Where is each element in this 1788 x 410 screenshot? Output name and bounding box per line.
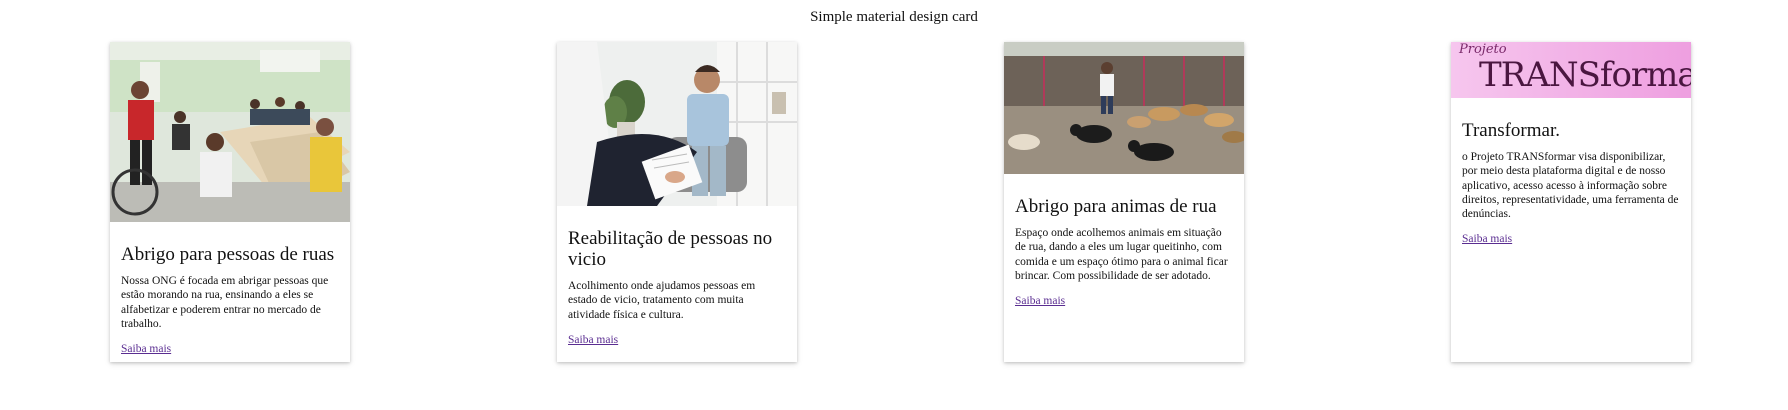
card-transformar: Projeto TRANSformar Transformar. o Proje…	[1451, 42, 1691, 362]
page-title: Simple material design card	[810, 9, 978, 25]
card-text: Acolhimento onde ajudamos pessoas em est…	[568, 280, 756, 321]
saiba-mais-link[interactable]: Saiba mais	[1462, 233, 1512, 245]
card-rehabilitation: Reabilitação de pessoas no vicio Acolhim…	[557, 42, 797, 362]
card-text: o Projeto TRANSformar visa disponibiliza…	[1462, 151, 1679, 221]
card-image-shelter-people	[110, 42, 350, 222]
banner-logo-large: TRANSformar	[1479, 55, 1691, 95]
card-banner-transformar: Projeto TRANSformar	[1451, 42, 1691, 98]
card-title: Reabilitação de pessoas no vicio	[568, 228, 773, 270]
saiba-mais-link[interactable]: Saiba mais	[121, 343, 171, 355]
card-image-rehabilitation	[557, 42, 797, 206]
card-text: Espaço onde acolhemos animais em situaçã…	[1015, 227, 1228, 282]
card-shelter-people: Abrigo para pessoas de ruas Nossa ONG é …	[110, 42, 350, 362]
saiba-mais-link[interactable]: Saiba mais	[568, 334, 618, 346]
card-animal-shelter: Abrigo para animas de rua Espaço onde ac…	[1004, 42, 1244, 362]
card-title: Transformar.	[1462, 120, 1560, 141]
card-image-animal-shelter	[1004, 42, 1244, 174]
card-title: Abrigo para animas de rua	[1015, 196, 1217, 217]
card-text: Nossa ONG é focada em abrigar pessoas qu…	[121, 275, 329, 330]
saiba-mais-link[interactable]: Saiba mais	[1015, 295, 1065, 307]
card-title: Abrigo para pessoas de ruas	[121, 244, 335, 265]
